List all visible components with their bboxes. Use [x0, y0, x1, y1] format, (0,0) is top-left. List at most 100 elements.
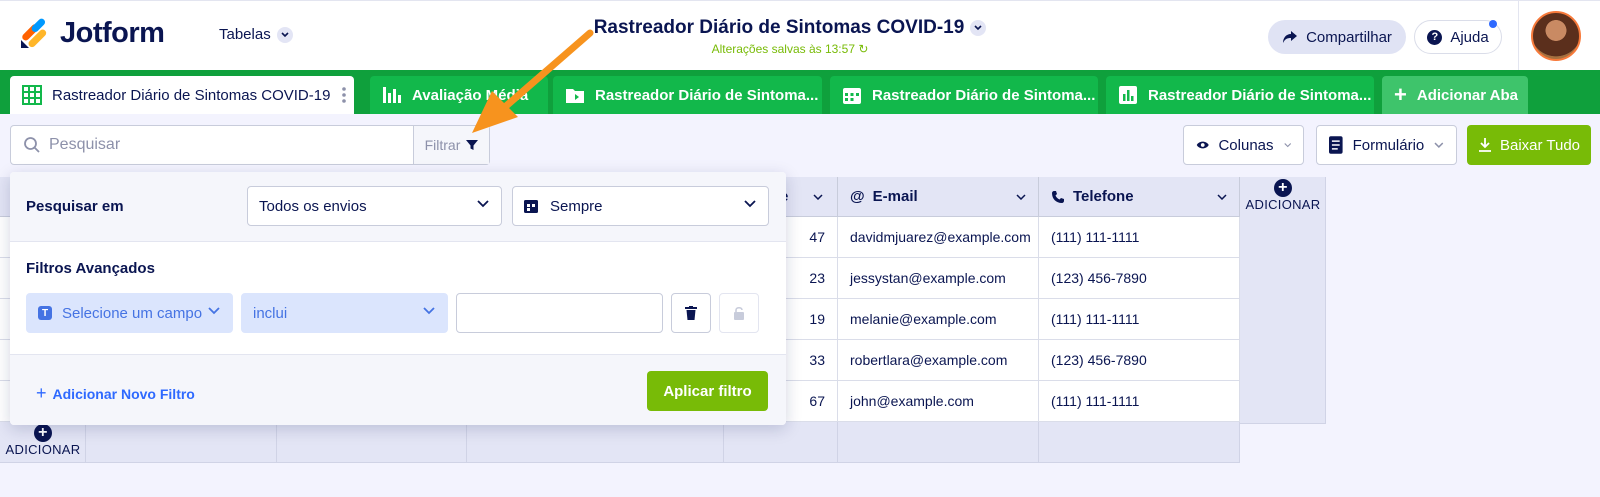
- at-icon: @: [850, 188, 865, 205]
- chevron-down-icon: [744, 200, 756, 208]
- panel-footer: + Adicionar Novo Filtro Aplicar filtro: [10, 354, 786, 425]
- add-column-button[interactable]: + ADICIONAR: [1240, 179, 1326, 212]
- download-button-label: Baixar Tudo: [1499, 136, 1581, 154]
- operator-select-value: inclui: [253, 304, 288, 322]
- field-select[interactable]: T Selecione um campo: [26, 293, 233, 333]
- empty-cell: [86, 422, 277, 463]
- tab-covid-tracker-calendar[interactable]: Rastreador Diário de Sintoma...: [830, 76, 1098, 114]
- filter-value-input[interactable]: [456, 293, 663, 333]
- search-in-section: Pesquisar em Todos os envios Sempre: [10, 172, 786, 242]
- table-cell[interactable]: davidmjuarez@example.com: [838, 217, 1039, 258]
- tab-label: Rastreador Diário de Sintomas COVID-19: [52, 86, 331, 104]
- column-header-label: E-mail: [872, 188, 918, 205]
- share-button[interactable]: Compartilhar: [1268, 20, 1406, 54]
- search-input[interactable]: Pesquisar Filtrar: [10, 125, 490, 165]
- search-icon: [24, 137, 40, 153]
- table-cell[interactable]: robertlara@example.com: [838, 340, 1039, 381]
- delete-filter-button[interactable]: [671, 293, 711, 333]
- add-tab-label: Adicionar Aba: [1416, 86, 1518, 104]
- more-vertical-icon[interactable]: [342, 86, 346, 108]
- share-arrow-icon: [1283, 31, 1298, 43]
- user-avatar[interactable]: [1531, 11, 1581, 61]
- document-title[interactable]: Rastreador Diário de Sintomas COVID-19: [594, 17, 987, 39]
- refresh-icon: ↻: [858, 42, 869, 56]
- brand-name: Jotform: [60, 17, 165, 49]
- add-tab-button[interactable]: + Adicionar Aba: [1382, 76, 1528, 114]
- calendar-icon: [842, 85, 862, 105]
- apply-filter-label: Aplicar filtro: [663, 382, 752, 400]
- empty-cell: [277, 422, 467, 463]
- report-icon: [382, 85, 402, 105]
- download-icon: [1478, 138, 1491, 152]
- chevron-down-icon: [1434, 142, 1444, 148]
- filter-panel: Pesquisar em Todos os envios Sempre Filt…: [10, 172, 786, 425]
- annotation-arrow-icon: [472, 29, 594, 133]
- table-cell[interactable]: (111) 111-1111: [1039, 381, 1240, 422]
- filter-button-label: Filtrar: [424, 137, 461, 153]
- table-cell[interactable]: (123) 456-7890: [1039, 258, 1240, 299]
- plus-icon: +: [36, 383, 47, 403]
- scope-select[interactable]: Todos os envios: [247, 186, 502, 226]
- plus-circle-icon: +: [34, 424, 52, 442]
- table-cell[interactable]: (111) 111-1111: [1039, 217, 1240, 258]
- chevron-down-icon: [208, 307, 220, 315]
- columns-button[interactable]: Colunas: [1183, 125, 1304, 165]
- trash-icon: [685, 306, 697, 320]
- table-cell[interactable]: jessystan@example.com: [838, 258, 1039, 299]
- table-cell[interactable]: melanie@example.com: [838, 299, 1039, 340]
- eye-icon: [1196, 141, 1209, 149]
- calendar-icon: [524, 200, 538, 213]
- tab-covid-tracker-table[interactable]: Rastreador Diário de Sintomas COVID-19: [10, 76, 354, 114]
- chevron-down-icon: [970, 20, 987, 36]
- phone-icon: [1052, 190, 1064, 203]
- save-status-text: Alterações salvas às 13:57: [711, 42, 855, 56]
- funnel-icon: [466, 140, 479, 150]
- form-button[interactable]: Formulário: [1316, 125, 1457, 165]
- unlock-icon: [734, 306, 744, 320]
- table-cell[interactable]: john@example.com: [838, 381, 1039, 422]
- jotform-logo-icon: [21, 18, 47, 48]
- add-row-button[interactable]: + ADICIONAR: [0, 424, 86, 457]
- plus-circle-icon: +: [1274, 179, 1292, 197]
- table-icon: [22, 85, 42, 105]
- apply-filter-button[interactable]: Aplicar filtro: [647, 371, 768, 411]
- tab-bar: Rastreador Diário de Sintomas COVID-19 A…: [0, 70, 1600, 114]
- operator-select[interactable]: inclui: [241, 293, 448, 333]
- search-in-label: Pesquisar em: [26, 198, 124, 215]
- columns-button-label: Colunas: [1218, 136, 1274, 154]
- chevron-down-icon: [477, 200, 489, 208]
- lock-filter-button[interactable]: [719, 293, 759, 333]
- table-cell[interactable]: (123) 456-7890: [1039, 340, 1240, 381]
- empty-cell: [467, 422, 724, 463]
- column-header-label: Telefone: [1073, 188, 1134, 205]
- empty-cell: [724, 422, 838, 463]
- question-icon: ?: [1427, 29, 1443, 45]
- empty-cell: [1039, 422, 1240, 463]
- chart-icon: [1118, 85, 1138, 105]
- tables-menu[interactable]: Tabelas: [219, 26, 293, 43]
- table-cell[interactable]: (111) 111-1111: [1039, 299, 1240, 340]
- chevron-down-icon: [423, 307, 435, 315]
- divider: [1518, 1, 1519, 71]
- jotform-logo[interactable]: Jotform: [18, 17, 165, 50]
- field-select-placeholder: Selecione um campo: [62, 304, 203, 322]
- column-header-phone[interactable]: Telefone: [1039, 177, 1240, 217]
- chevron-down-icon: [1217, 194, 1227, 200]
- tab-covid-tracker-chart[interactable]: Rastreador Diário de Sintoma...: [1106, 76, 1374, 114]
- add-row-label: ADICIONAR: [5, 442, 81, 457]
- help-button-label: Ajuda: [1450, 28, 1489, 46]
- add-new-filter-button[interactable]: + Adicionar Novo Filtro: [36, 383, 195, 404]
- advanced-filters-label: Filtros Avançados: [26, 260, 155, 277]
- date-range-select[interactable]: Sempre: [512, 186, 769, 226]
- app-header: Jotform Tabelas Rastreador Diário de Sin…: [0, 0, 1600, 71]
- search-placeholder: Pesquisar: [49, 136, 121, 153]
- scope-select-value: Todos os envios: [259, 197, 367, 215]
- date-range-value: Sempre: [550, 197, 603, 215]
- tab-label: Rastreador Diário de Sintoma...: [1148, 86, 1372, 104]
- chevron-down-icon: [276, 26, 293, 43]
- column-header-email[interactable]: @ E-mail: [838, 177, 1039, 217]
- download-all-button[interactable]: Baixar Tudo: [1467, 125, 1591, 165]
- document-title-text: Rastreador Diário de Sintomas COVID-19: [593, 17, 965, 38]
- help-button[interactable]: ? Ajuda: [1414, 20, 1502, 54]
- chevron-down-icon: [1283, 143, 1291, 148]
